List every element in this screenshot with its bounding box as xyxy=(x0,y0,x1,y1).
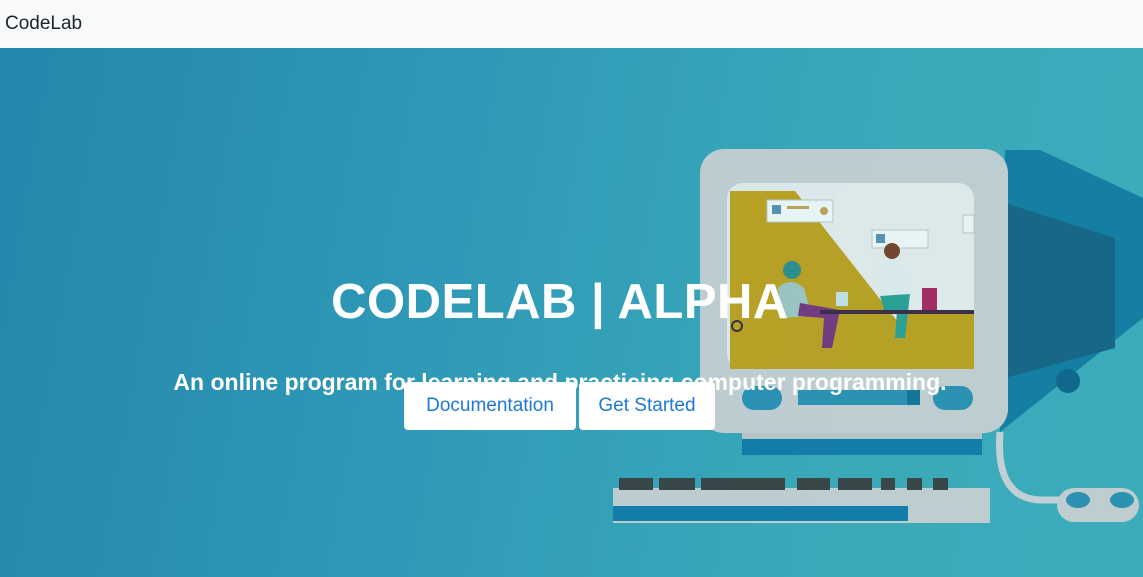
navbar: CodeLab xyxy=(0,0,1143,48)
retro-computer-illustration-icon xyxy=(613,149,1143,523)
brand-link[interactable]: CodeLab xyxy=(5,13,82,35)
documentation-button[interactable]: Documentation xyxy=(404,382,576,430)
hero-title: CODELAB | ALPHA xyxy=(331,274,789,329)
get-started-button[interactable]: Get Started xyxy=(579,382,715,430)
hero-section: CODELAB | ALPHA An online program for le… xyxy=(0,48,1143,577)
